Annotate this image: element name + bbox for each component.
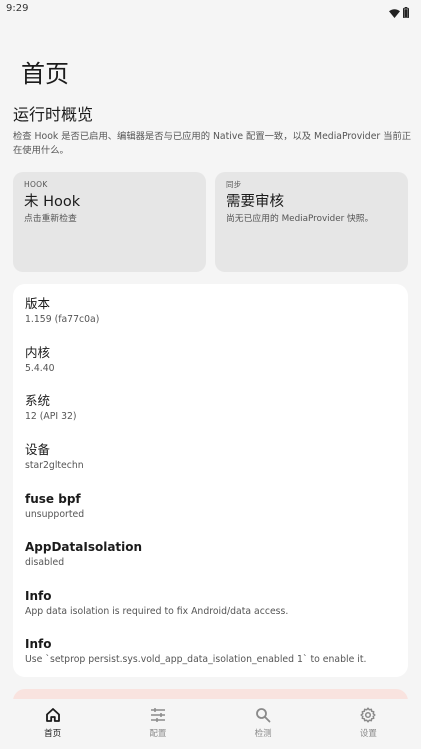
search-icon bbox=[255, 707, 271, 727]
info-value: 1.159 (fa77c0a) bbox=[25, 314, 100, 325]
info-label: 版本 bbox=[25, 296, 51, 311]
info-label: 设备 bbox=[25, 442, 51, 457]
sliders-icon bbox=[150, 707, 166, 727]
info-label: Info bbox=[25, 637, 52, 651]
status-time: 9:29 bbox=[6, 3, 29, 14]
info-label: 系统 bbox=[25, 393, 51, 408]
info-label: AppDataIsolation bbox=[25, 540, 143, 554]
nav-item-settings[interactable]: 设置 bbox=[316, 699, 421, 749]
home-icon bbox=[45, 707, 61, 727]
status-icons bbox=[389, 3, 409, 22]
info-label: Info bbox=[25, 589, 52, 603]
info-item-device: 设备 star2gltechn bbox=[25, 442, 84, 472]
bottom-navigation: 首页 配置 检测 设置 bbox=[0, 699, 421, 749]
info-value: 12 (API 32) bbox=[25, 411, 77, 422]
info-value: star2gltechn bbox=[25, 460, 84, 471]
gear-icon bbox=[360, 707, 376, 727]
sync-card-headline: 需要审核 bbox=[226, 194, 284, 210]
info-label: 内核 bbox=[25, 345, 51, 360]
sync-card-subtitle: 尚无已应用的 MediaProvider 快照。 bbox=[226, 214, 374, 224]
info-value: unsupported bbox=[25, 509, 85, 520]
info-item-kernel: 内核 5.4.40 bbox=[25, 345, 55, 375]
system-info-card: 版本 1.159 (fa77c0a) 内核 5.4.40 系统 12 (API … bbox=[13, 284, 408, 677]
sync-status-card[interactable]: 同步 需要审核 尚无已应用的 MediaProvider 快照。 bbox=[215, 172, 408, 272]
hook-status-card[interactable]: HOOK 未 Hook 点击重新检查 bbox=[13, 172, 206, 272]
nav-label-detect: 检测 bbox=[254, 729, 272, 739]
hook-card-overline: HOOK bbox=[24, 180, 48, 189]
hook-card-headline: 未 Hook bbox=[24, 194, 81, 210]
nav-item-detect[interactable]: 检测 bbox=[211, 699, 316, 749]
info-value: disabled bbox=[25, 557, 65, 568]
info-item-app-data-isolation: AppDataIsolation disabled bbox=[25, 539, 142, 569]
nav-item-home[interactable]: 首页 bbox=[0, 699, 105, 749]
info-item-version: 版本 1.159 (fa77c0a) bbox=[25, 296, 99, 326]
status-bar: 9:29 bbox=[0, 0, 421, 20]
overview-description: 检查 Hook 是否已启用、编辑器是否与已应用的 Native 配置一致，以及 … bbox=[13, 131, 412, 156]
nav-item-config[interactable]: 配置 bbox=[105, 699, 210, 749]
nav-label-home: 首页 bbox=[44, 729, 62, 739]
info-value: Use `setprop persist.sys.vold_app_data_i… bbox=[25, 654, 367, 665]
info-item-fuse-bpf: fuse bpf unsupported bbox=[25, 491, 84, 521]
info-item-setprop-hint: Info Use `setprop persist.sys.vold_app_d… bbox=[25, 636, 366, 666]
overview-title: 运行时概览 bbox=[13, 105, 94, 124]
page-title: 首页 bbox=[21, 60, 69, 88]
sync-card-overline: 同步 bbox=[226, 180, 242, 189]
nav-label-settings: 设置 bbox=[359, 729, 377, 739]
battery-icon bbox=[403, 3, 409, 22]
info-value: App data isolation is required to fix An… bbox=[25, 606, 289, 617]
info-value: 5.4.40 bbox=[25, 363, 55, 374]
hook-card-subtitle: 点击重新检查 bbox=[24, 214, 77, 224]
info-item-system: 系统 12 (API 32) bbox=[25, 393, 77, 423]
info-label: fuse bpf bbox=[25, 492, 81, 506]
nav-label-config: 配置 bbox=[149, 729, 167, 739]
info-item-isolation-hint: Info App data isolation is required to f… bbox=[25, 588, 288, 618]
wifi-icon bbox=[389, 3, 400, 22]
